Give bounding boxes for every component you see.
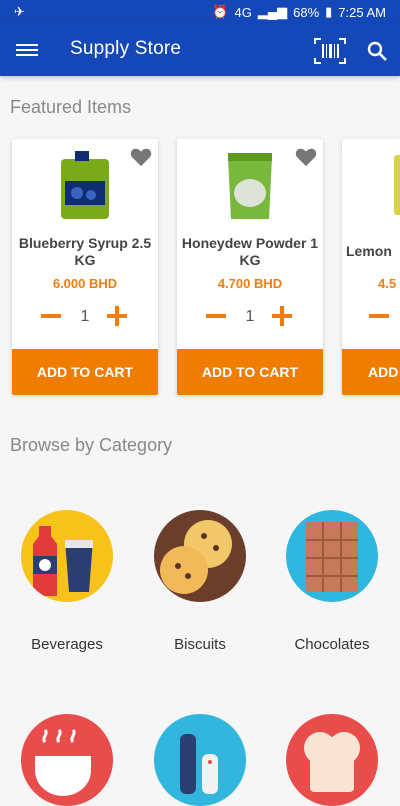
app-bar: Supply Store bbox=[0, 24, 400, 76]
favorite-heart-icon[interactable] bbox=[130, 147, 152, 167]
decrease-quantity-button[interactable] bbox=[206, 314, 226, 318]
browse-title: Browse by Category bbox=[10, 435, 173, 455]
biscuits-icon bbox=[154, 510, 246, 602]
status-bar: ✈ ⏰ 4G ▂▄▆ 68% ▮ 7:25 AM bbox=[0, 0, 400, 24]
category-beverages[interactable]: Beverages bbox=[7, 510, 127, 653]
category-label: Beverages bbox=[31, 636, 103, 653]
product-card[interactable]: Blueberry Syrup 2.5 KG 6.000 BHD 1 ADD T… bbox=[12, 139, 158, 395]
add-to-cart-button[interactable]: ADD TO CART bbox=[177, 349, 323, 395]
product-price: 4.700 BHD bbox=[217, 276, 283, 291]
category-biscuits[interactable]: Biscuits bbox=[140, 510, 260, 653]
quantity-value: 1 bbox=[80, 308, 90, 325]
salt-pepper-icon bbox=[154, 714, 246, 806]
category-label: Chocolates bbox=[294, 636, 370, 653]
product-name: Blueberry Syrup 2.5 KG bbox=[18, 235, 152, 268]
product-card-partial[interactable]: Lemon 4.5 ADD bbox=[342, 139, 400, 395]
favorite-heart-icon[interactable] bbox=[295, 147, 317, 167]
product-name: Honeydew Powder 1 KG bbox=[181, 235, 319, 268]
chef-hat-icon bbox=[286, 714, 378, 806]
product-image bbox=[394, 155, 400, 215]
decrease-quantity-button[interactable] bbox=[369, 314, 389, 318]
chocolates-icon bbox=[286, 510, 378, 602]
add-to-cart-button[interactable]: ADD bbox=[342, 349, 400, 395]
quantity-value: 1 bbox=[245, 308, 255, 325]
category-item[interactable] bbox=[272, 714, 392, 806]
category-label: Biscuits bbox=[174, 636, 226, 653]
product-image bbox=[61, 151, 109, 219]
app-title: Supply Store bbox=[70, 38, 182, 59]
product-price: 6.000 BHD bbox=[52, 276, 118, 291]
product-name: Lemon bbox=[346, 243, 392, 259]
increase-quantity-button[interactable] bbox=[107, 306, 127, 326]
category-chocolates[interactable]: Chocolates bbox=[272, 510, 392, 653]
product-image bbox=[228, 153, 272, 219]
signal-icon: ▂▄▆ bbox=[257, 4, 288, 19]
barcode-scan-icon[interactable] bbox=[314, 38, 346, 64]
category-item[interactable] bbox=[7, 714, 127, 806]
menu-icon[interactable] bbox=[16, 41, 38, 59]
search-icon[interactable] bbox=[366, 40, 388, 62]
product-card[interactable]: Honeydew Powder 1 KG 4.700 BHD 1 ADD TO … bbox=[177, 139, 323, 395]
coffee-cup-icon bbox=[21, 714, 113, 806]
alarm-icon: ⏰ bbox=[212, 4, 229, 19]
featured-title: Featured Items bbox=[10, 97, 132, 117]
category-item[interactable] bbox=[140, 714, 260, 806]
add-to-cart-button[interactable]: ADD TO CART bbox=[12, 349, 158, 395]
beverages-icon bbox=[21, 510, 113, 602]
airplane-icon: ✈ bbox=[14, 4, 25, 19]
battery-icon: ▮ bbox=[325, 4, 333, 19]
product-price: 4.5 bbox=[378, 276, 397, 291]
increase-quantity-button[interactable] bbox=[272, 306, 292, 326]
featured-carousel[interactable]: Blueberry Syrup 2.5 KG 6.000 BHD 1 ADD T… bbox=[0, 135, 400, 405]
decrease-quantity-button[interactable] bbox=[41, 314, 61, 318]
clock-time: 7:25 AM bbox=[338, 4, 386, 20]
network-label: 4G bbox=[234, 4, 252, 20]
battery-percent: 68% bbox=[293, 4, 320, 20]
